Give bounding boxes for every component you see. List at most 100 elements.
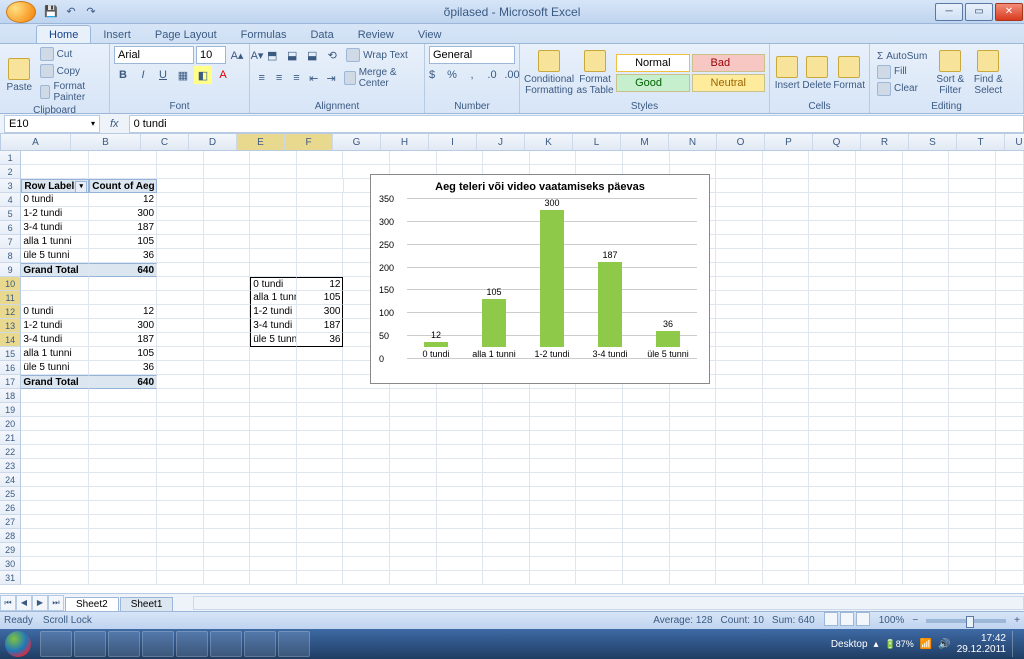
row-header[interactable]: 18 [0,389,21,403]
cell[interactable] [157,445,204,459]
cell[interactable] [623,501,670,515]
cell[interactable] [949,151,996,165]
cell[interactable] [297,361,344,375]
cell[interactable] [809,557,856,571]
cell[interactable] [716,347,763,361]
cell[interactable] [157,347,204,361]
cell[interactable] [437,403,484,417]
cell[interactable]: Count of Aeg TV [89,179,157,193]
cell[interactable] [157,221,204,235]
cell[interactable] [483,543,530,557]
cell[interactable] [204,165,251,179]
cell[interactable] [716,249,763,263]
cell[interactable] [483,529,530,543]
cell[interactable] [903,333,950,347]
cell[interactable]: 1-2 tundi [21,207,89,221]
row-header[interactable]: 26 [0,501,21,515]
cell[interactable] [903,403,950,417]
cell[interactable] [949,459,996,473]
cell[interactable] [716,473,763,487]
cell[interactable] [949,305,996,319]
inc-decimal-icon[interactable]: .0 [483,66,501,84]
bold-button[interactable]: B [114,66,132,84]
cell[interactable] [576,151,623,165]
cell[interactable] [623,571,670,585]
cell[interactable] [996,305,1024,319]
cell[interactable] [856,179,903,193]
cell[interactable] [809,417,856,431]
cell[interactable] [996,207,1024,221]
row-header[interactable]: 22 [0,445,21,459]
cell[interactable] [437,571,484,585]
cell[interactable] [530,445,577,459]
cell[interactable] [21,431,89,445]
cell[interactable] [157,501,204,515]
cell[interactable] [297,151,344,165]
cell[interactable] [250,487,297,501]
cell[interactable] [716,557,763,571]
cell[interactable] [716,207,763,221]
cell[interactable] [483,571,530,585]
cell[interactable] [250,207,297,221]
cell[interactable] [483,459,530,473]
cell[interactable] [576,515,623,529]
taskbar-app-powerpoint[interactable] [210,631,242,657]
cell[interactable] [856,151,903,165]
col-header-Q[interactable]: Q [813,134,861,150]
cell[interactable] [670,151,717,165]
cell[interactable] [903,305,950,319]
cell[interactable] [949,263,996,277]
cell[interactable] [483,417,530,431]
chevron-down-icon[interactable]: ▾ [91,119,95,128]
cell[interactable] [996,361,1024,375]
row-header[interactable]: 15 [0,347,21,361]
cell[interactable] [483,501,530,515]
cell[interactable] [204,333,251,347]
cell[interactable] [949,375,996,389]
cell[interactable] [903,249,950,263]
cell[interactable] [21,501,89,515]
cell[interactable] [856,305,903,319]
cell[interactable] [437,445,484,459]
cell[interactable] [670,543,717,557]
row-header[interactable]: 30 [0,557,21,571]
cell[interactable] [250,431,297,445]
sheet-nav-first[interactable]: ⏮ [0,595,16,611]
cell[interactable] [250,473,297,487]
cell[interactable] [343,571,390,585]
cell[interactable] [483,403,530,417]
cell[interactable] [157,291,204,305]
cell[interactable]: 3-4 tundi [21,221,89,235]
cell[interactable] [903,151,950,165]
cell[interactable] [670,417,717,431]
cell[interactable] [903,263,950,277]
grow-font-icon[interactable]: A▴ [228,46,246,64]
cell[interactable] [763,221,810,235]
cell[interactable] [89,291,157,305]
cell[interactable] [89,459,157,473]
cell[interactable] [390,501,437,515]
tab-view[interactable]: View [406,26,454,43]
cell[interactable] [297,403,344,417]
cell[interactable] [856,221,903,235]
row-header[interactable]: 5 [0,207,21,221]
cell[interactable] [716,459,763,473]
col-header-G[interactable]: G [333,134,381,150]
cell[interactable] [204,193,251,207]
cell[interactable] [89,417,157,431]
cell[interactable] [903,445,950,459]
row-header[interactable]: 12 [0,305,21,319]
cell[interactable] [250,375,297,389]
row-header[interactable]: 10 [0,277,21,291]
cell[interactable] [949,389,996,403]
cell[interactable] [809,151,856,165]
cell[interactable] [157,249,204,263]
number-format-select[interactable] [429,46,515,64]
font-name-input[interactable] [114,46,194,64]
tab-formulas[interactable]: Formulas [229,26,299,43]
cell[interactable] [576,487,623,501]
cell[interactable] [437,543,484,557]
comma-icon[interactable]: , [463,66,481,84]
cell[interactable] [623,389,670,403]
row-header[interactable]: 16 [0,361,21,375]
